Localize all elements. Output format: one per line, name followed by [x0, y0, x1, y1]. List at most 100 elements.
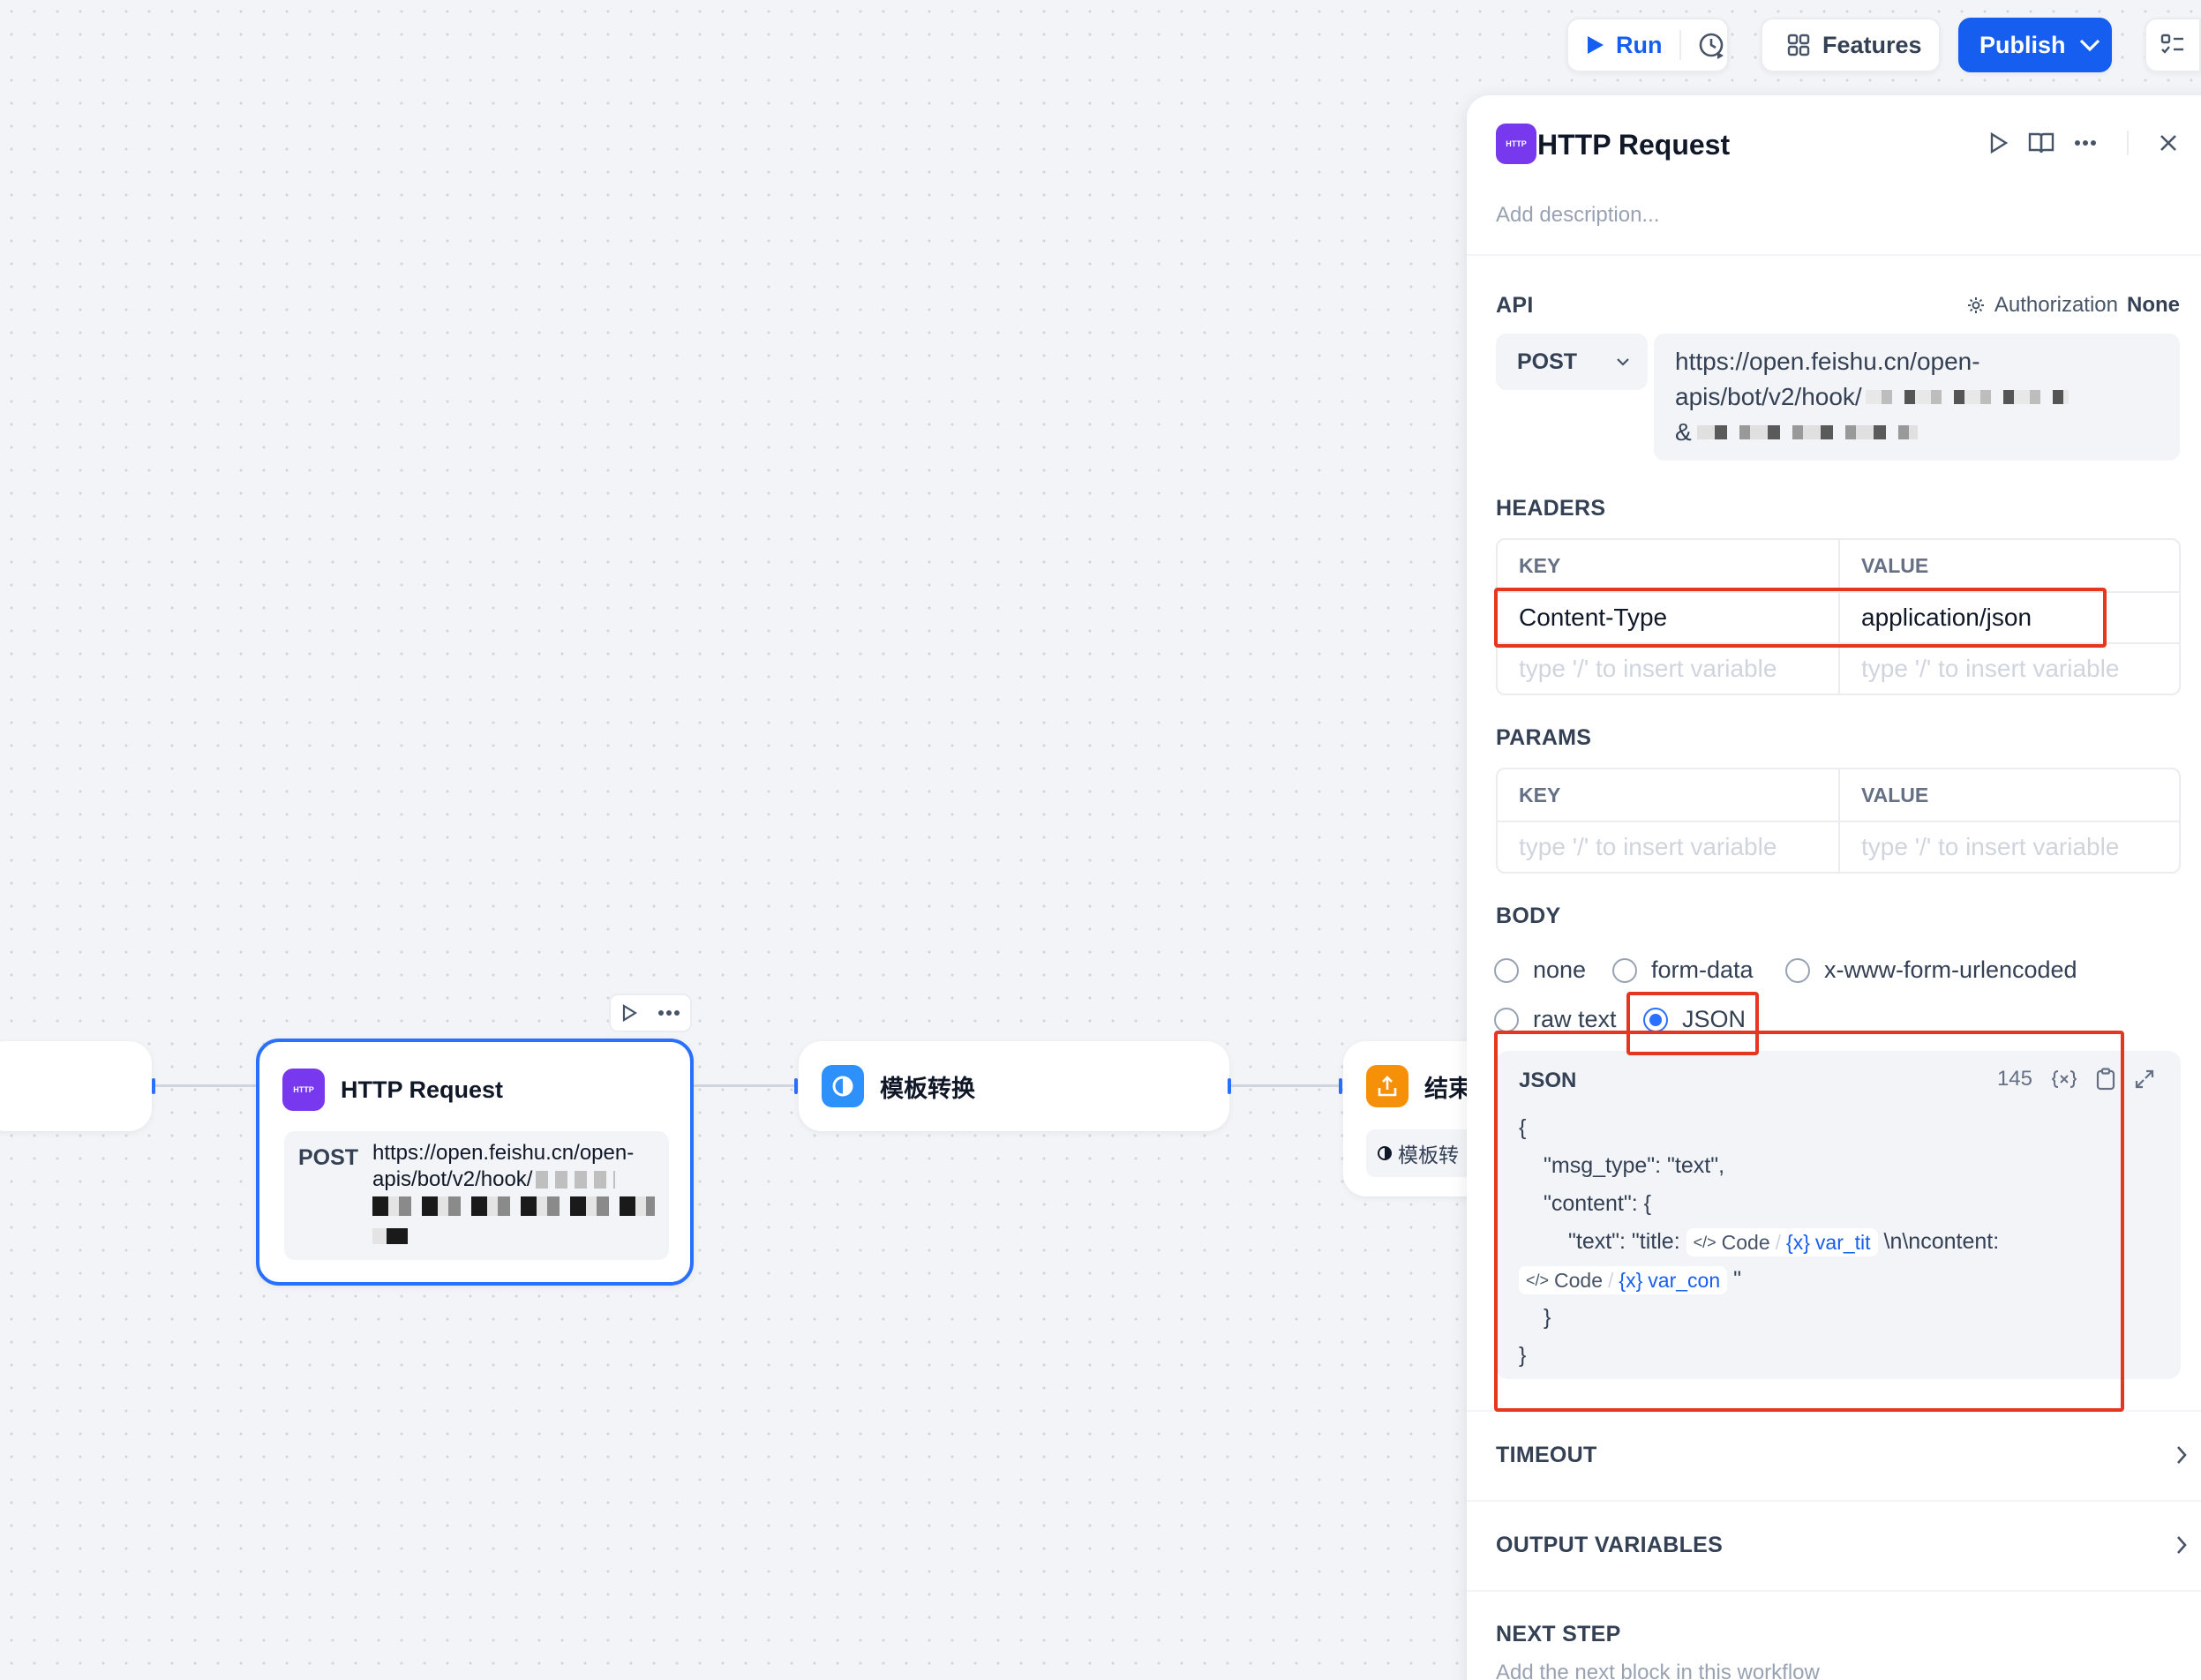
node-title: HTTP Request	[341, 1076, 504, 1103]
body-type-form-data-radio[interactable]: form-data	[1612, 956, 1754, 984]
url-line: &	[1675, 415, 2159, 450]
body-type-raw-text-radio[interactable]: raw text	[1494, 1006, 1617, 1033]
node-title: 结束	[1424, 1075, 1472, 1102]
copy-icon[interactable]	[2096, 1068, 2115, 1091]
run-step-icon[interactable]	[1989, 132, 2009, 154]
more-icon[interactable]	[657, 1009, 680, 1016]
code-line: }	[1519, 1343, 1527, 1368]
chevron-right-icon	[2176, 1535, 2187, 1555]
node-url-line: https://open.feishu.cn/open-	[372, 1141, 635, 1165]
body-section-label: BODY	[1496, 904, 1561, 928]
description-input[interactable]: Add description...	[1496, 203, 1659, 228]
variable-tag[interactable]: </> Code / {x} var_con	[1519, 1266, 1728, 1295]
code-line: "content": {	[1544, 1191, 1651, 1216]
publish-button[interactable]: Publish	[1958, 18, 2112, 72]
tag-separator: /	[1775, 1230, 1782, 1254]
code-line: }	[1544, 1305, 1551, 1330]
code-text: \n\ncontent:	[1883, 1229, 2000, 1254]
node-url-line: apis/bot/v2/hook/	[372, 1166, 664, 1193]
code-line: "msg_type": "text",	[1544, 1153, 1725, 1178]
run-history-icon[interactable]	[1697, 30, 1727, 60]
url-text: apis/bot/v2/hook/	[1675, 383, 1862, 410]
redacted-block	[1865, 390, 2069, 404]
output-variables-section[interactable]: OUTPUT VARIABLES	[1467, 1500, 2201, 1588]
variable-source: Code	[1721, 1230, 1770, 1254]
param-value-input[interactable]: type '/' to insert variable	[1838, 821, 2179, 872]
features-label: Features	[1822, 31, 1922, 58]
variable-source: Code	[1554, 1268, 1604, 1292]
code-text: "text": "title:	[1568, 1229, 1680, 1254]
header-value-input[interactable]: type '/' to insert variable	[1838, 642, 2179, 694]
end-icon	[1366, 1065, 1408, 1107]
expand-icon[interactable]	[2135, 1069, 2154, 1089]
http-icon: HTTP	[1496, 124, 1536, 164]
node-method: POST	[298, 1145, 359, 1170]
body-type-json-radio[interactable]: JSON	[1643, 1006, 1746, 1033]
checklist-button[interactable]	[2145, 18, 2201, 72]
redacted-block	[372, 1228, 408, 1244]
param-key-input[interactable]: type '/' to insert variable	[1498, 821, 1838, 872]
book-icon[interactable]	[2028, 131, 2055, 154]
code-line: {	[1519, 1115, 1527, 1140]
variable-icon: {x}	[1619, 1268, 1643, 1292]
panel-http-icon: HTTP	[1496, 124, 1536, 164]
body-type-urlencoded-radio[interactable]: x-www-form-urlencoded	[1785, 956, 2077, 984]
char-count: 145	[1996, 1067, 2032, 1091]
toolbar-separator	[1679, 30, 1681, 60]
template-transform-node[interactable]: 模板转换	[799, 1041, 1229, 1131]
redacted-block	[372, 1196, 655, 1216]
play-icon	[1586, 34, 1605, 56]
headers-table: KEY VALUE Content-Type application/json …	[1496, 538, 2181, 695]
node-input-handle[interactable]	[1339, 1078, 1342, 1094]
run-node-icon[interactable]	[621, 1004, 637, 1022]
grid-icon	[1787, 34, 1810, 56]
code-icon: </>	[1693, 1233, 1716, 1251]
header-key-input[interactable]: type '/' to insert variable	[1498, 642, 1838, 694]
next-step-label: NEXT STEP	[1496, 1622, 1621, 1646]
redacted-block	[1696, 425, 1918, 439]
url-line: apis/bot/v2/hook/	[1675, 379, 2159, 415]
http-request-node[interactable]: HTTP HTTP Request POST https://open.feis…	[256, 1039, 694, 1286]
gear-icon	[1966, 296, 1986, 315]
table-row: Content-Type application/json	[1498, 591, 2179, 642]
api-section-label: API	[1496, 293, 1534, 318]
json-body-editor[interactable]: JSON 145 { "msg_type": "text", "content"…	[1496, 1051, 2181, 1379]
divider	[1467, 1590, 2201, 1592]
code-line: </> Code / {x} var_con "	[1519, 1261, 1999, 1299]
node-url: https://open.feishu.cn/open- apis/bot/v2…	[372, 1140, 664, 1244]
url-input[interactable]: https://open.feishu.cn/open- apis/bot/v2…	[1654, 334, 2180, 461]
run-button[interactable]: Run	[1586, 32, 1662, 59]
radio-label: none	[1533, 956, 1587, 983]
edge-line	[155, 1084, 256, 1087]
template-icon	[1377, 1145, 1393, 1161]
authorization-button[interactable]: Authorization None	[1966, 293, 2180, 318]
radio-circle	[1494, 1007, 1519, 1032]
node-title: 模板转换	[880, 1075, 975, 1102]
variable-tag[interactable]: </> Code / {x} var_tit	[1686, 1228, 1878, 1257]
node-input-handle[interactable]	[794, 1078, 798, 1094]
code-icon: </>	[1526, 1271, 1550, 1289]
previous-node[interactable]	[0, 1041, 152, 1131]
code-text: "	[1733, 1267, 1741, 1292]
redacted-block	[536, 1171, 616, 1189]
method-select[interactable]: POST	[1496, 334, 1648, 390]
table-row: type '/' to insert variable type '/' to …	[1498, 821, 2179, 872]
column-header-value: VALUE	[1838, 769, 2179, 821]
features-button[interactable]: Features	[1761, 18, 1941, 72]
params-section-label: PARAMS	[1496, 725, 1592, 750]
more-icon[interactable]	[2074, 139, 2097, 146]
method-value: POST	[1517, 349, 1578, 374]
radio-label: form-data	[1651, 956, 1754, 983]
toolbar-run-group: Run	[1566, 18, 1729, 72]
body-type-none-radio[interactable]: none	[1494, 956, 1586, 984]
variable-name: var_tit	[1814, 1230, 1871, 1254]
insert-variable-icon[interactable]	[2052, 1069, 2077, 1090]
radio-label: x-www-form-urlencoded	[1824, 956, 2077, 983]
header-value-input[interactable]: application/json	[1838, 591, 2179, 642]
panel-title[interactable]: HTTP Request	[1537, 129, 1730, 161]
close-icon[interactable]	[2159, 133, 2178, 153]
timeout-section[interactable]: TIMEOUT	[1467, 1410, 2201, 1498]
chip-label: 模板转	[1398, 1144, 1459, 1166]
column-header-key: KEY	[1519, 553, 1561, 577]
header-key-input[interactable]: Content-Type	[1498, 591, 1838, 642]
